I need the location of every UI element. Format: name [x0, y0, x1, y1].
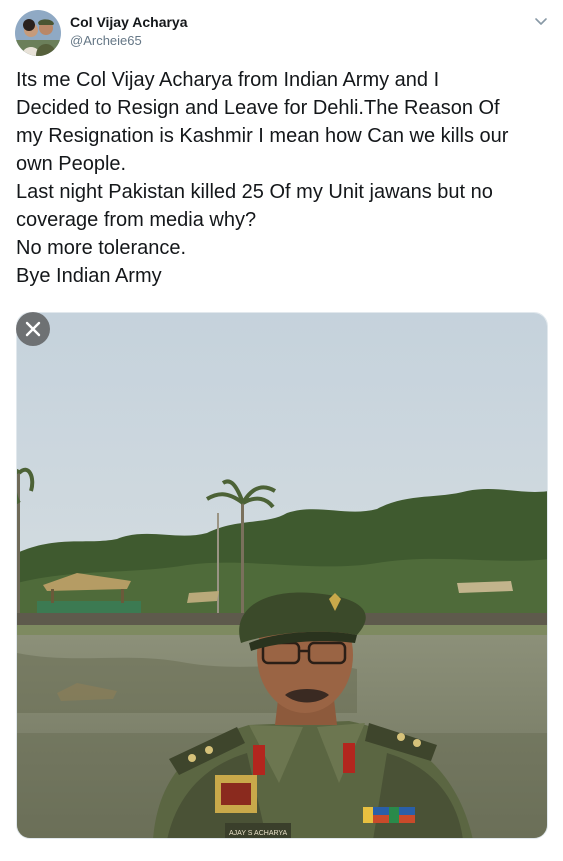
- tweet-text-line: Last night Pakistan killed 25 Of my Unit…: [16, 181, 493, 203]
- tweet-text-line: Bye Indian Army: [16, 265, 162, 287]
- nametag-text: AJAY S ACHARYA: [229, 830, 288, 837]
- tweet-media-photo[interactable]: AJAY S ACHARYA: [16, 312, 548, 839]
- tweet: Col Vijay Acharya @Archeie65 Its me Col …: [0, 0, 563, 861]
- author-name[interactable]: Col Vijay Acharya: [70, 14, 188, 30]
- tweet-text-line: No more tolerance.: [16, 237, 187, 259]
- avatar[interactable]: [15, 10, 61, 56]
- tweet-text-line: own People.: [16, 153, 127, 175]
- tweet-header: Col Vijay Acharya @Archeie65: [0, 0, 563, 60]
- author-handle[interactable]: @Archeie65: [70, 33, 142, 48]
- soldier-photo: AJAY S ACHARYA: [17, 313, 547, 838]
- chevron-down-icon[interactable]: [532, 12, 550, 30]
- tweet-text-line: Decided to Resign and Leave for Dehli.Th…: [16, 97, 500, 119]
- tweet-text-line: my Resignation is Kashmir I mean how Can…: [16, 125, 509, 147]
- tweet-text-line: coverage from media why?: [16, 209, 257, 231]
- close-button[interactable]: [16, 312, 50, 346]
- tweet-text: Its me Col Vijay Acharya from Indian Arm…: [16, 66, 551, 290]
- avatar-image: [15, 10, 61, 56]
- tweet-text-line: Its me Col Vijay Acharya from Indian Arm…: [16, 69, 440, 91]
- close-icon: [25, 321, 41, 337]
